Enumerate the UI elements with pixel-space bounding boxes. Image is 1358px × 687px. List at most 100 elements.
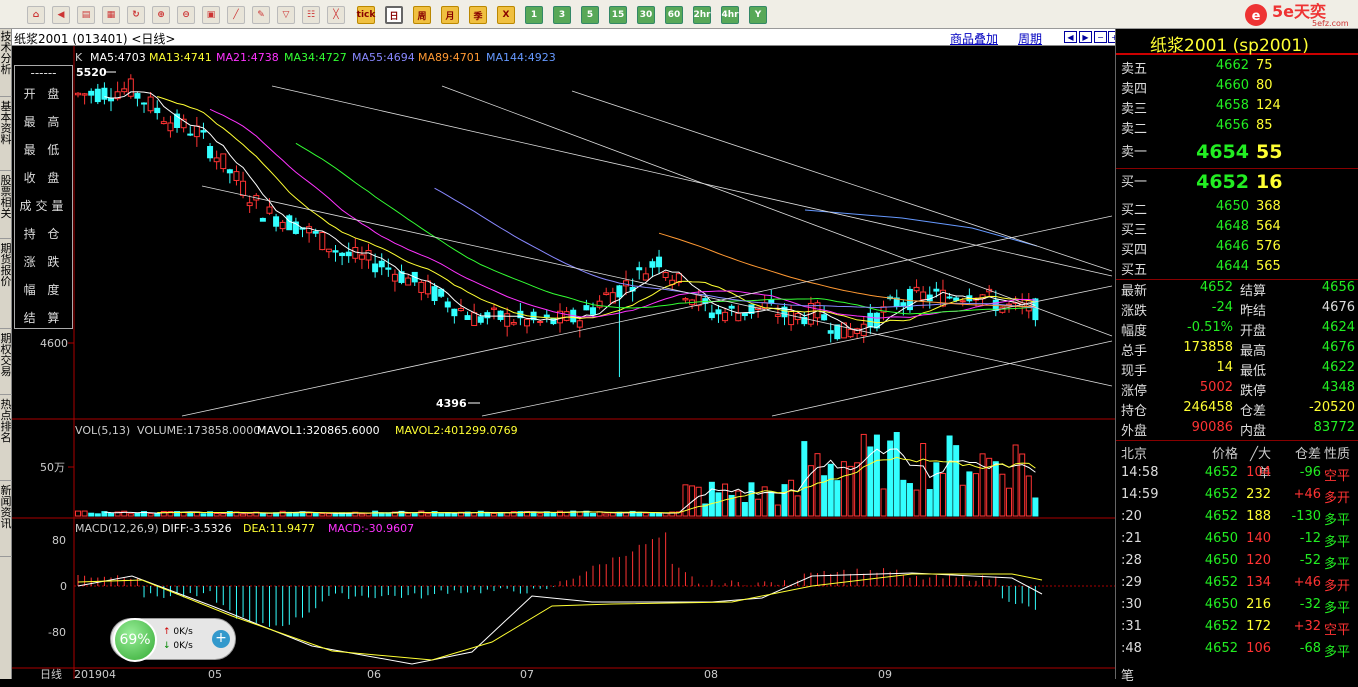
volume-bar bbox=[1005, 487, 1012, 517]
ask-row: 卖二 4656 85 bbox=[1116, 118, 1358, 138]
left-tab[interactable]: 热点排名 bbox=[0, 399, 12, 481]
table-icon[interactable]: ☷ bbox=[302, 6, 320, 24]
tick-price: 4650 bbox=[1204, 531, 1238, 546]
period-button[interactable]: Y bbox=[749, 6, 767, 24]
left-tab[interactable]: 基本资料 bbox=[0, 101, 12, 171]
zoom-out-icon[interactable]: ⊖ bbox=[177, 6, 195, 24]
volume-bar bbox=[259, 513, 266, 517]
overlay-commodity-link[interactable]: 商品叠加 bbox=[950, 30, 998, 47]
tick-volume: 104 bbox=[1246, 465, 1271, 480]
kline-chart[interactable]: K MA5:4703 MA13:4741 MA21:4738 MA34:4727 MA55… bbox=[12, 46, 1115, 679]
candle-body bbox=[523, 318, 530, 327]
volume-bar bbox=[972, 473, 979, 517]
period-button[interactable]: 15 bbox=[609, 6, 627, 24]
tick-nature: 多平 bbox=[1324, 535, 1351, 550]
vol-legend: MAVOL1:320865.6000 bbox=[257, 424, 380, 437]
back-icon[interactable]: ◀ bbox=[52, 6, 70, 24]
ask-price: 4660 bbox=[1215, 78, 1249, 93]
volume-bar bbox=[319, 513, 326, 517]
tick-nature: 多平 bbox=[1324, 557, 1351, 572]
svg-text:e: e bbox=[1252, 9, 1261, 24]
left-tab[interactable]: 新闻资讯 bbox=[0, 485, 12, 557]
stat-label: 最新 bbox=[1121, 284, 1148, 299]
list-icon[interactable]: ▤ bbox=[77, 6, 95, 24]
left-tab[interactable]: 股票相关 bbox=[0, 175, 12, 239]
volume-bar bbox=[834, 480, 841, 517]
tick-time: :31 bbox=[1121, 619, 1142, 634]
news-icon[interactable]: ▦ bbox=[102, 6, 120, 24]
volume-bar bbox=[240, 513, 247, 517]
home-icon[interactable]: ⌂ bbox=[27, 6, 45, 24]
stat-label: 最高 bbox=[1240, 344, 1267, 359]
ask-price: 4654 bbox=[1196, 141, 1249, 163]
period-button[interactable]: 季 bbox=[469, 6, 487, 24]
kline-icon[interactable]: ╳ bbox=[327, 6, 345, 24]
stat-label: 现手 bbox=[1121, 364, 1148, 379]
info-label: 最 低 bbox=[23, 143, 64, 157]
candle-body bbox=[788, 310, 795, 326]
volume-bar bbox=[484, 512, 491, 517]
candle-body bbox=[405, 277, 412, 286]
zoom-out-icon[interactable]: − bbox=[1094, 31, 1107, 43]
filter-icon[interactable]: ▽ bbox=[277, 6, 295, 24]
stat-row: 最新 4652 结算 4656 bbox=[1116, 280, 1358, 300]
period-button[interactable]: 5 bbox=[581, 6, 599, 24]
volume-bar bbox=[325, 513, 332, 517]
tick-row: :28 4650 120 -52 多平 bbox=[1116, 553, 1358, 575]
period-button[interactable]: 1 bbox=[525, 6, 543, 24]
ticks-header-cell: 价格 bbox=[1211, 447, 1238, 462]
candle-body bbox=[464, 315, 471, 320]
period-button[interactable]: X bbox=[497, 6, 515, 24]
period-link[interactable]: 周期 bbox=[1018, 30, 1042, 47]
volume-bar bbox=[953, 445, 960, 517]
tick-oi-change: +46 bbox=[1293, 575, 1321, 590]
tool-icon[interactable]: ✎ bbox=[252, 6, 270, 24]
left-tab[interactable]: 期货报价 bbox=[0, 243, 12, 329]
ticks-header-cell: 性质 bbox=[1324, 447, 1351, 462]
candle-body bbox=[708, 312, 715, 319]
volume-bar bbox=[788, 479, 795, 517]
volume-bar bbox=[154, 513, 161, 517]
period-button[interactable]: 60 bbox=[665, 6, 683, 24]
refresh-icon[interactable]: ↻ bbox=[127, 6, 145, 24]
candle-body bbox=[774, 314, 781, 317]
bid-label: 买五 bbox=[1121, 263, 1148, 278]
tick-time: 14:58 bbox=[1121, 465, 1159, 480]
period-button[interactable]: tick bbox=[357, 6, 375, 24]
period-button[interactable]: 4hr bbox=[721, 6, 739, 24]
volume-bar bbox=[926, 489, 933, 517]
volume-bar bbox=[312, 512, 319, 517]
candle-body bbox=[510, 321, 517, 325]
macd-axis-label: 80 bbox=[52, 534, 66, 547]
draw-icon[interactable]: ╱ bbox=[227, 6, 245, 24]
period-button[interactable]: 2hr bbox=[693, 6, 711, 24]
period-button[interactable]: 月 bbox=[441, 6, 459, 24]
window-icon[interactable]: ▣ bbox=[202, 6, 220, 24]
tick-oi-change: +32 bbox=[1293, 619, 1321, 634]
period-button[interactable]: 周 bbox=[413, 6, 431, 24]
candle-body bbox=[913, 286, 920, 292]
stat-row: 总手 173858 最高 4676 bbox=[1116, 340, 1358, 360]
nav-right-icon[interactable]: ▶ bbox=[1079, 31, 1092, 43]
ask-price: 4656 bbox=[1215, 118, 1249, 133]
contract-title: 纸浆2001 (sp2001) bbox=[1116, 29, 1358, 56]
add-icon[interactable]: + bbox=[212, 630, 230, 648]
candle-body bbox=[193, 125, 200, 138]
volume-bar bbox=[708, 481, 715, 517]
period-button[interactable]: 日 bbox=[385, 6, 403, 24]
left-tab[interactable]: 期权交易 bbox=[0, 333, 12, 395]
x-axis-label: 09 bbox=[878, 668, 892, 679]
zoom-in-icon[interactable]: ⊕ bbox=[152, 6, 170, 24]
volume-bar bbox=[537, 513, 544, 517]
candle-body bbox=[457, 307, 464, 312]
tick-oi-change: -68 bbox=[1299, 641, 1321, 656]
nav-left-icon[interactable]: ◀ bbox=[1064, 31, 1077, 43]
period-button[interactable]: 30 bbox=[637, 6, 655, 24]
volume-bar bbox=[108, 512, 115, 517]
volume-bar bbox=[774, 504, 781, 517]
network-speed-widget[interactable]: 69% ↑ 0K/s ↓ 0K/s + bbox=[110, 618, 236, 662]
left-tab[interactable]: 技术分析 bbox=[0, 31, 12, 97]
period-button[interactable]: 3 bbox=[553, 6, 571, 24]
ask-label: 卖五 bbox=[1121, 62, 1148, 77]
tick-oi-change: -96 bbox=[1299, 465, 1321, 480]
